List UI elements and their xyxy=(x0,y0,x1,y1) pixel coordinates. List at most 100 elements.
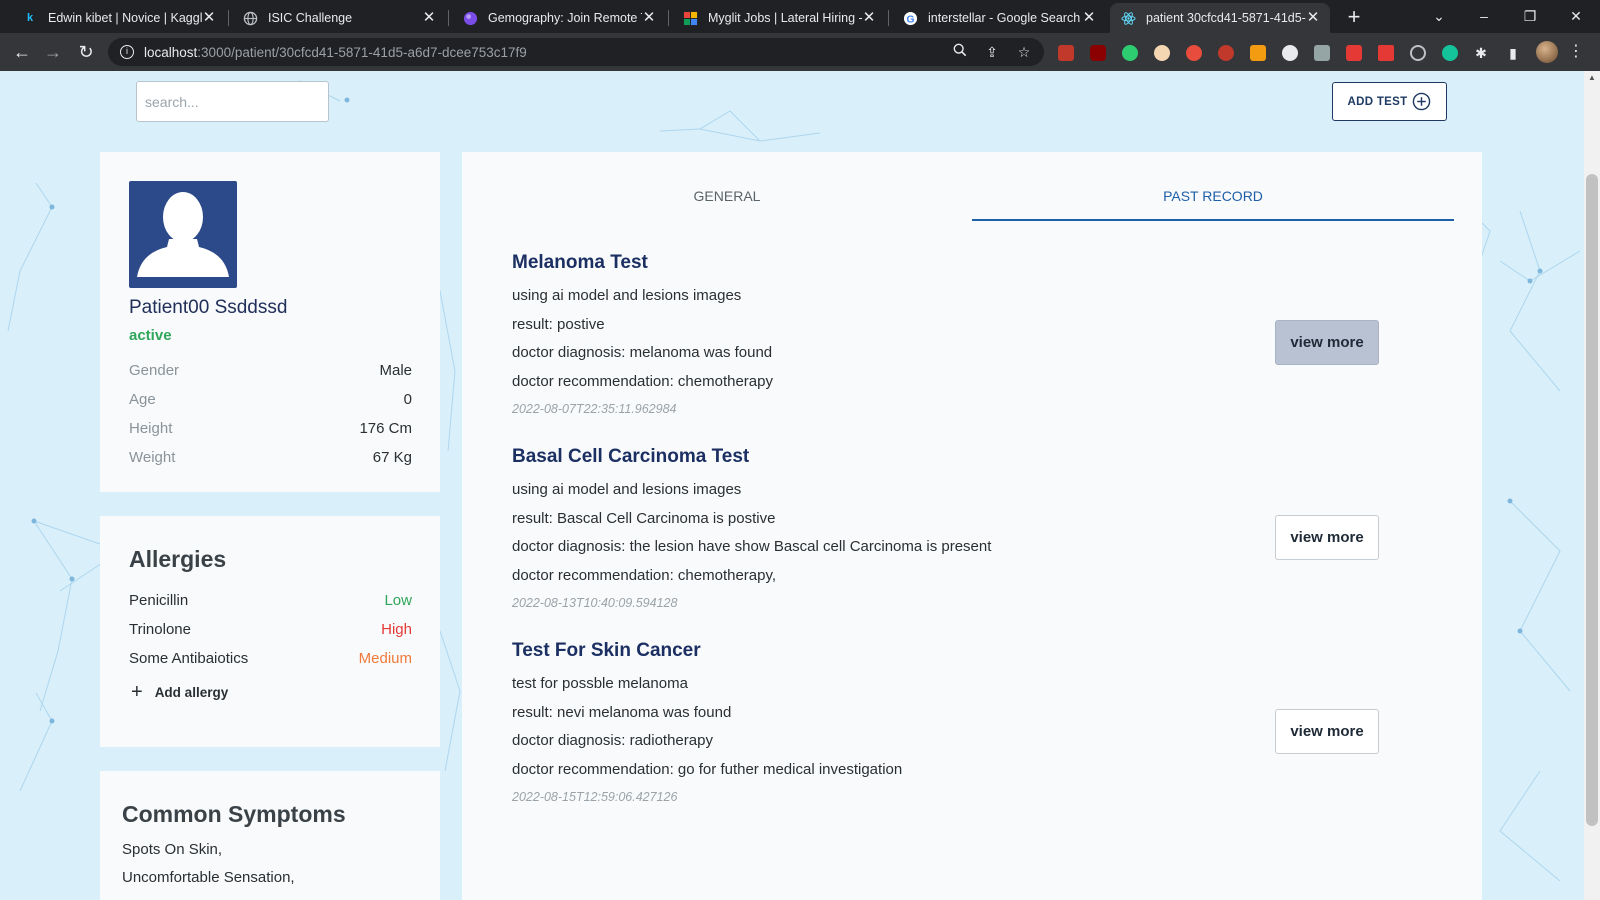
close-window-icon[interactable]: ✕ xyxy=(1562,2,1590,30)
restore-icon[interactable]: ❐ xyxy=(1516,2,1544,30)
allergy-severity: Low xyxy=(384,592,412,609)
grammarly-icon[interactable] xyxy=(1442,45,1458,61)
record-line: doctor recommendation: go for futher med… xyxy=(512,760,903,778)
tab-search-chevron-icon[interactable]: ⌄ xyxy=(1425,2,1453,30)
react-icon xyxy=(1120,10,1136,26)
record-title: Test For Skin Cancer xyxy=(512,640,701,661)
record-line: using ai model and lesions images xyxy=(512,287,742,304)
ublock-icon[interactable] xyxy=(1090,45,1106,61)
browser-menu-icon[interactable]: ⋮ xyxy=(1568,41,1584,63)
close-tab-icon[interactable]: ✕ xyxy=(642,10,656,25)
record-line: doctor recommendation: chemotherapy xyxy=(512,372,773,390)
plus-icon: + xyxy=(131,681,143,703)
detail-row-height: Height 176 Cm xyxy=(129,420,412,437)
close-tab-icon[interactable]: ✕ xyxy=(862,10,876,25)
tab-divider xyxy=(888,10,889,26)
allergy-row: Trinolone High xyxy=(129,621,412,638)
address-bar[interactable]: i localhost:3000/patient/30cfcd41-5871-4… xyxy=(108,38,1044,66)
record-line: using ai model and lesions images xyxy=(512,481,742,498)
close-tab-icon[interactable]: ✕ xyxy=(1306,10,1320,25)
side-panel-icon[interactable]: ▮ xyxy=(1503,43,1523,63)
view-more-button[interactable]: view more xyxy=(1275,709,1379,754)
browser-tab[interactable]: ISIC Challenge ✕ xyxy=(232,3,446,33)
tab-past-record[interactable]: PAST RECORD xyxy=(972,188,1454,204)
allergy-severity: High xyxy=(381,621,412,638)
add-allergy-button[interactable]: + Add allergy xyxy=(131,681,228,703)
symptom-item: Uncomfortable Sensation, xyxy=(122,869,295,886)
close-tab-icon[interactable]: ✕ xyxy=(1082,10,1096,25)
plus-circle-icon xyxy=(1413,92,1431,111)
minimize-icon[interactable]: – xyxy=(1470,2,1498,30)
extension-icon[interactable] xyxy=(1314,45,1330,61)
browser-tab[interactable]: k Edwin kibet | Novice | Kaggle ✕ xyxy=(12,3,226,33)
browser-tab-active[interactable]: patient 30cfcd41-5871-41d5- ✕ xyxy=(1110,3,1330,33)
reload-icon[interactable]: ↻ xyxy=(74,40,98,64)
extension-icon[interactable] xyxy=(1122,45,1138,61)
allergies-heading: Allergies xyxy=(129,546,227,572)
browser-toolbar: ← → ↻ i localhost:3000/patient/30cfcd41-… xyxy=(0,33,1600,71)
tab-divider xyxy=(448,10,449,26)
profile-avatar-icon[interactable] xyxy=(1536,41,1558,63)
extension-icon[interactable] xyxy=(1410,45,1426,61)
allergies-card: Allergies Penicillin Low Trinolone High … xyxy=(100,516,440,747)
kaggle-icon: k xyxy=(26,12,34,24)
share-icon[interactable]: ⇪ xyxy=(982,42,1002,62)
extension-icon[interactable] xyxy=(1346,45,1362,61)
record-timestamp: 2022-08-15T12:59:06.427126 xyxy=(512,790,678,804)
view-more-button[interactable]: view more xyxy=(1275,515,1379,560)
browser-tab[interactable]: Gemography: Join Remote Te ✕ xyxy=(452,3,666,33)
search-field[interactable] xyxy=(136,81,329,122)
tab-general[interactable]: GENERAL xyxy=(612,188,842,204)
extension-icon[interactable] xyxy=(1058,45,1074,61)
back-icon[interactable]: ← xyxy=(10,40,34,64)
close-tab-icon[interactable]: ✕ xyxy=(202,10,216,25)
globe-icon xyxy=(242,10,258,26)
extension-icon[interactable] xyxy=(1282,45,1298,61)
symptoms-heading: Common Symptoms xyxy=(122,801,346,827)
detail-row-weight: Weight 67 Kg xyxy=(129,449,412,466)
extension-icon[interactable] xyxy=(1378,45,1394,61)
browser-tab-strip: k Edwin kibet | Novice | Kaggle ✕ ISIC C… xyxy=(0,0,1600,33)
symptom-item: Spots On Skin, xyxy=(122,841,223,858)
browser-tab[interactable]: G interstellar - Google Search ✕ xyxy=(892,3,1106,33)
tab-divider xyxy=(668,10,669,26)
detail-row-age: Age 0 xyxy=(129,391,412,408)
svg-text:G: G xyxy=(906,14,914,25)
record-timestamp: 2022-08-13T10:40:09.594128 xyxy=(512,596,678,610)
page-scrollbar[interactable]: ▲ xyxy=(1584,71,1600,900)
record-title: Basal Cell Carcinoma Test xyxy=(512,446,750,467)
pokeball-icon[interactable] xyxy=(1186,45,1202,61)
extension-icon[interactable] xyxy=(1250,45,1266,61)
close-tab-icon[interactable]: ✕ xyxy=(422,10,436,25)
browser-tab[interactable]: Myglit Jobs | Lateral Hiring - I ✕ xyxy=(672,3,886,33)
forward-icon[interactable]: → xyxy=(41,40,65,64)
extension-icon[interactable] xyxy=(1154,45,1170,61)
record-line: test for possble melanoma xyxy=(512,675,688,692)
record-timestamp: 2022-08-07T22:35:11.962984 xyxy=(512,402,677,416)
tab-divider xyxy=(228,10,229,26)
myglit-icon xyxy=(682,10,698,26)
allergy-row: Penicillin Low xyxy=(129,592,412,609)
record-line: doctor recommendation: chemotherapy, xyxy=(512,566,777,584)
add-test-button[interactable]: ADD TEST xyxy=(1332,82,1447,121)
status-badge: active xyxy=(129,327,172,344)
zoom-icon[interactable] xyxy=(950,42,970,62)
allergy-row: Some Antibaiotics Medium xyxy=(129,650,412,667)
user-silhouette-icon xyxy=(137,192,229,277)
scrollbar-thumb[interactable] xyxy=(1586,174,1598,826)
scroll-up-icon[interactable]: ▲ xyxy=(1587,73,1597,83)
view-more-button[interactable]: view more xyxy=(1275,320,1379,365)
avatar xyxy=(129,181,237,288)
url-text: localhost:3000/patient/30cfcd41-5871-41d… xyxy=(144,44,527,60)
allergy-severity: Medium xyxy=(358,650,412,667)
search-input[interactable] xyxy=(145,93,326,110)
bookmark-star-icon[interactable]: ☆ xyxy=(1014,42,1034,62)
google-icon: G xyxy=(902,10,918,26)
extension-icon[interactable] xyxy=(1218,45,1234,61)
new-tab-icon[interactable]: + xyxy=(1342,5,1366,29)
patient-name: Patient00 Ssddssd xyxy=(129,297,288,318)
records-card: GENERAL PAST RECORD Melanoma Test using … xyxy=(462,152,1482,900)
site-info-icon[interactable]: i xyxy=(120,45,134,59)
puzzle-extensions-icon[interactable]: ✱ xyxy=(1471,43,1491,63)
record-title: Melanoma Test xyxy=(512,252,648,273)
